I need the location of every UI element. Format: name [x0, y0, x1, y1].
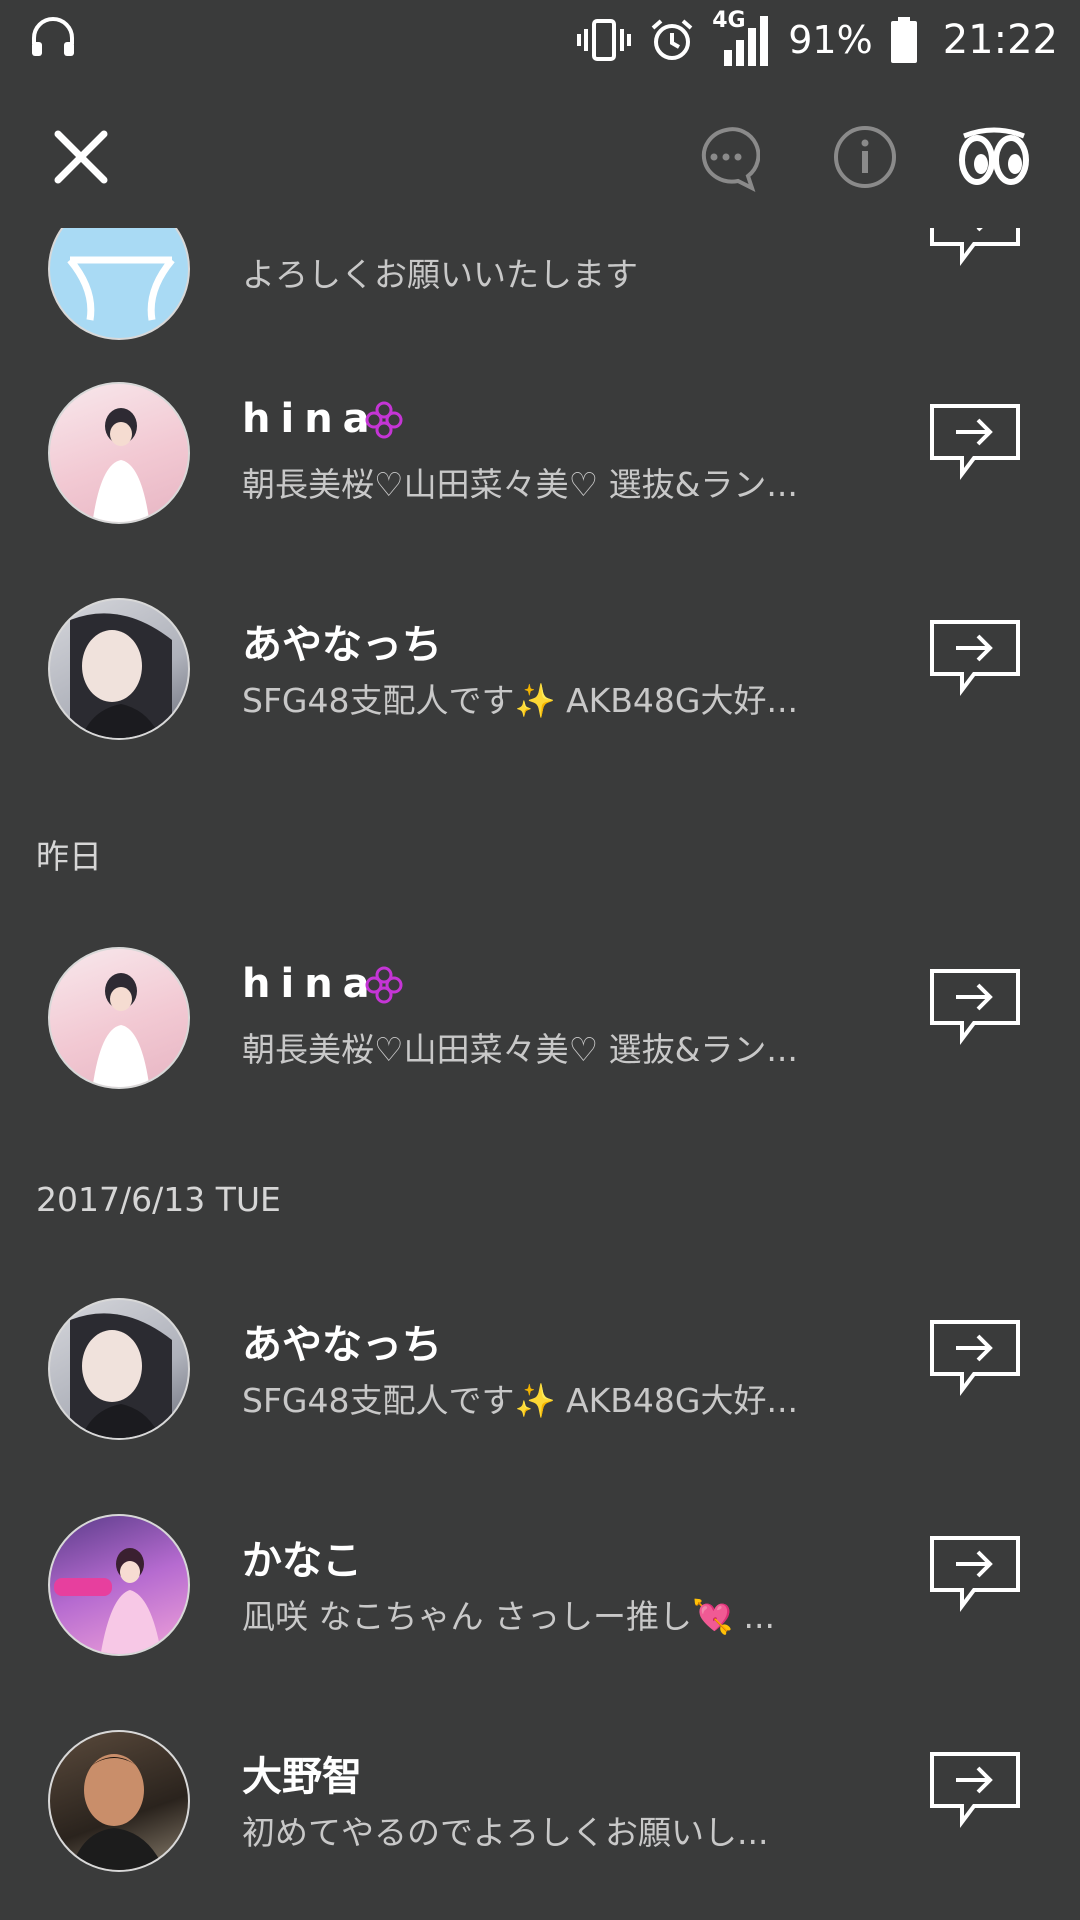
status-message: 朝長美桜♡山田菜々美♡ 選抜&ラン...: [242, 465, 798, 504]
status-message: 初めてやるのでよろしくお願いし...: [242, 1813, 769, 1852]
status-message: よろしくお願いいたします: [242, 255, 638, 294]
battery-icon: [890, 17, 917, 63]
status-message: SFG48支配人です✨ AKB48G大好...: [242, 681, 798, 720]
list-item[interactable]: hina 朝長美桜♡山田菜々美♡ 選抜&ラン...: [0, 927, 1080, 1107]
share-icon[interactable]: [928, 1750, 1022, 1828]
list-item[interactable]: 大野智 初めてやるのでよろしくお願いし...: [0, 1710, 1080, 1890]
status-message: SFG48支配人です✨ AKB48G大好...: [242, 1381, 798, 1420]
battery-percent: 91%: [788, 18, 873, 62]
list-item[interactable]: あやなっち SFG48支配人です✨ AKB48G大好...: [0, 578, 1080, 758]
status-message: 凪咲 なこちゃん さっしー推し💘 ...: [242, 1597, 776, 1636]
flower-icon: [365, 966, 403, 1004]
signal-icon: 4G: [712, 8, 772, 68]
chat-bubble-icon[interactable]: [692, 124, 760, 192]
avatar: [48, 228, 190, 340]
avatar: [48, 1514, 190, 1656]
avatar: [48, 382, 190, 524]
status-message: 朝長美桜♡山田菜々美♡ 選抜&ラン...: [242, 1030, 798, 1069]
list-item[interactable]: かなこ 凪咲 なこちゃん さっしー推し💘 ...: [0, 1494, 1080, 1674]
share-icon[interactable]: [928, 618, 1022, 696]
flower-icon: [365, 401, 403, 439]
close-icon[interactable]: [52, 128, 110, 186]
avatar: [48, 947, 190, 1089]
footprint-list: よろしくお願いいたします hina 朝長美桜♡山田菜々美♡ 選抜&ラン... あ…: [0, 228, 1080, 1920]
section-header: 昨日: [36, 837, 102, 876]
user-name: 大野智: [242, 1754, 362, 1800]
share-icon[interactable]: [928, 402, 1022, 480]
avatar: [48, 598, 190, 740]
share-icon[interactable]: [928, 1318, 1022, 1396]
avatar: [48, 1730, 190, 1872]
section-header: 2017/6/13 TUE: [36, 1180, 281, 1219]
user-name: あやなっち: [242, 622, 442, 668]
list-item[interactable]: hina 朝長美桜♡山田菜々美♡ 選抜&ラン...: [0, 362, 1080, 542]
share-icon[interactable]: [928, 1534, 1022, 1612]
headset-icon: [32, 17, 74, 56]
user-name: かなこ: [242, 1538, 362, 1584]
vibrate-icon: [577, 19, 632, 61]
share-icon[interactable]: [928, 967, 1022, 1045]
avatar: [48, 1298, 190, 1440]
user-name: hina: [242, 396, 380, 442]
user-name: あやなっち: [242, 1322, 442, 1368]
list-item[interactable]: よろしくお願いいたします: [0, 228, 1080, 358]
alarm-icon: [651, 19, 693, 60]
share-icon[interactable]: [928, 228, 1022, 266]
info-icon[interactable]: [832, 124, 898, 190]
eyes-icon[interactable]: [958, 124, 1030, 192]
user-name: hina: [242, 961, 380, 1007]
clock: 21:22: [942, 17, 1058, 63]
list-item[interactable]: あやなっち SFG48支配人です✨ AKB48G大好...: [0, 1278, 1080, 1458]
status-bar: 4G 91% 21:22: [0, 0, 1080, 80]
top-bar: [0, 88, 1080, 228]
